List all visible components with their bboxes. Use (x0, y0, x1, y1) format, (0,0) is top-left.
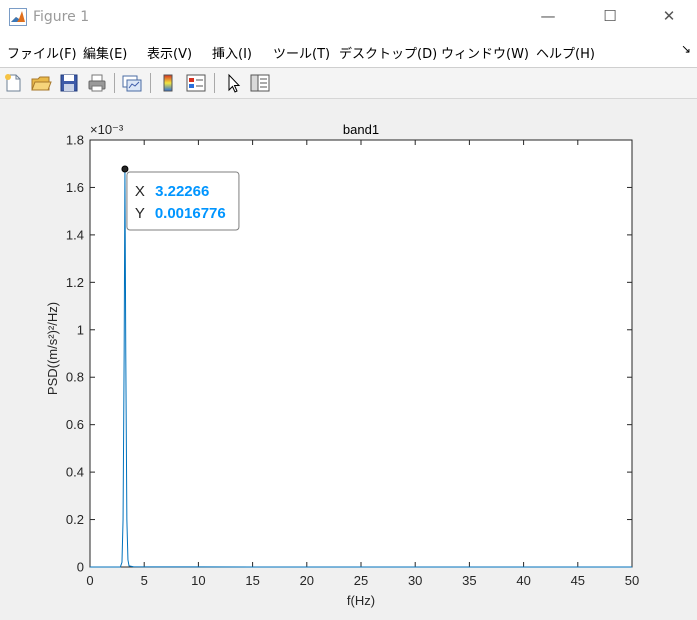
y-axis-label: PSD((m/s²)²/Hz) (45, 302, 60, 395)
y-tick-label: 0.6 (66, 417, 84, 432)
legend-icon[interactable] (185, 72, 207, 94)
x-tick-label: 40 (516, 573, 530, 588)
new-figure-icon[interactable] (2, 72, 24, 94)
x-tick-label: 25 (354, 573, 368, 588)
datatip[interactable]: X 3.22266 Y 0.0016776 (126, 171, 240, 231)
y-tick-label: 0.4 (66, 465, 84, 480)
menu-tools[interactable]: ツール(T) (273, 43, 330, 62)
datatip-y-row: Y 0.0016776 (135, 205, 226, 222)
y-tick-label: 0 (77, 560, 84, 575)
toolbar (0, 68, 697, 99)
minimize-button[interactable]: — (525, 0, 571, 35)
close-button[interactable]: ✕ (646, 0, 692, 35)
y-tick-label: 0.2 (66, 512, 84, 527)
plot-axes[interactable]: 0 5 10 15 20 25 30 35 40 45 50 0 0.2 0.4 0.6 0.8 1 1.2 1.4… (0, 99, 697, 616)
y-axis-exponent: ×10⁻³ (90, 122, 124, 137)
open-file-icon[interactable] (30, 72, 52, 94)
maximize-button[interactable]: ☐ (587, 0, 633, 35)
x-tick-label: 15 (245, 573, 259, 588)
menu-window[interactable]: ウィンドウ(W) (441, 43, 529, 62)
menu-desktop[interactable]: デスクトップ(D) (339, 43, 437, 62)
property-inspector-icon[interactable] (249, 72, 271, 94)
menu-file[interactable]: ファイル(F) (7, 43, 77, 62)
figure-canvas: 0 5 10 15 20 25 30 35 40 45 50 0 0.2 0.4 0.6 0.8 1 1.2 1.4… (0, 99, 697, 616)
matlab-logo-icon (9, 8, 27, 26)
x-axis-label: f(Hz) (347, 593, 375, 608)
x-tick-label: 30 (408, 573, 422, 588)
datatip-marker[interactable] (121, 165, 129, 173)
colorbar-icon[interactable] (157, 72, 179, 94)
x-tick-label: 20 (300, 573, 314, 588)
window-title: Figure 1 (33, 9, 90, 25)
toolbar-separator (214, 73, 215, 93)
save-icon[interactable] (58, 72, 80, 94)
y-tick-label: 1 (77, 322, 84, 337)
datatip-y-value: 0.0016776 (155, 205, 226, 222)
x-tick-label: 35 (462, 573, 476, 588)
x-tick-label: 0 (86, 573, 93, 588)
menu-bar: ファイル(F) 編集(E) 表示(V) 挿入(I) ツール(T) デスクトップ(… (0, 35, 697, 68)
y-tick-label: 1.2 (66, 275, 84, 290)
menu-insert[interactable]: 挿入(I) (212, 43, 252, 62)
y-tick-label: 0.8 (66, 370, 84, 385)
datatip-x-label: X (135, 183, 145, 200)
toolbar-separator (114, 73, 115, 93)
toolbar-separator (150, 73, 151, 93)
pointer-icon[interactable] (222, 72, 244, 94)
x-tick-label: 50 (625, 573, 639, 588)
datatip-y-label: Y (135, 205, 145, 222)
menu-edit[interactable]: 編集(E) (83, 43, 127, 62)
title-bar: Figure 1 — ☐ ✕ (0, 0, 697, 35)
menu-help[interactable]: ヘルプ(H) (536, 43, 595, 62)
y-tick-label: 1.6 (66, 180, 84, 195)
y-tick-label: 1.4 (66, 227, 84, 242)
x-tick-label: 10 (191, 573, 205, 588)
x-tick-label: 5 (141, 573, 148, 588)
x-tick-label: 45 (571, 573, 585, 588)
chart-title: band1 (343, 122, 379, 137)
datatip-x-value: 3.22266 (155, 183, 209, 200)
link-plot-icon[interactable] (121, 72, 143, 94)
dock-figure-icon[interactable]: ↘ (681, 42, 691, 56)
datatip-x-row: X 3.22266 (135, 183, 209, 200)
y-tick-label: 1.8 (66, 133, 84, 148)
menu-view[interactable]: 表示(V) (147, 43, 192, 62)
print-icon[interactable] (86, 72, 108, 94)
